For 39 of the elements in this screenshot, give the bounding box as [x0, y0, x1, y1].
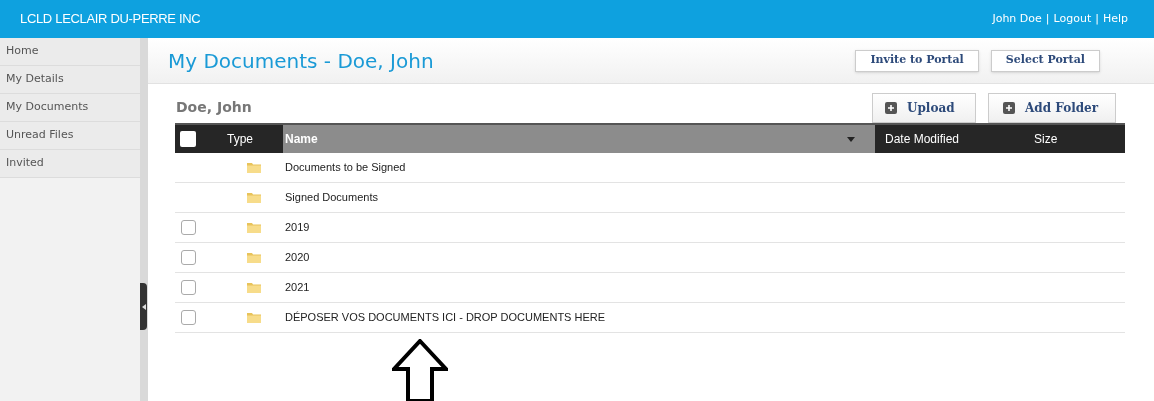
file-name[interactable]: DÉPOSER VOS DOCUMENTS ICI - DROP DOCUMENTS HERE [283, 309, 606, 326]
file-name[interactable]: 2019 [283, 219, 310, 236]
sidebar-item[interactable]: My Documents [0, 94, 140, 122]
column-header[interactable]: Date Modified [875, 125, 1010, 153]
page-title: My Documents - Doe, John [168, 47, 434, 75]
file-name[interactable]: Documents to be Signed [283, 159, 406, 176]
collapse-handle[interactable] [140, 283, 147, 330]
action-button[interactable]: Add Folder [988, 92, 1116, 123]
action-button[interactable]: Upload [872, 92, 976, 123]
brand-name: LCLD LECLAIR DU-PERRE INC [20, 10, 201, 29]
file-name[interactable]: 2020 [283, 249, 310, 266]
checkbox[interactable] [181, 310, 196, 325]
sort-caret-icon [847, 136, 855, 142]
plus-icon [885, 101, 897, 114]
checkbox[interactable] [180, 131, 196, 147]
plus-icon [1003, 101, 1015, 114]
sidebar-item[interactable]: My Details [0, 66, 140, 94]
header-button[interactable]: Invite to Portal [855, 49, 979, 72]
header-button[interactable]: Select Portal [990, 49, 1100, 72]
file-name[interactable]: 2021 [283, 279, 310, 296]
link-separator: | [1095, 10, 1099, 27]
column-header[interactable]: Type [210, 125, 283, 153]
folder-icon [247, 312, 261, 323]
checkbox[interactable] [181, 220, 196, 235]
checkbox[interactable] [181, 280, 196, 295]
folder-icon [247, 192, 261, 203]
folder-icon [247, 282, 261, 293]
sidebar-item[interactable]: Invited [0, 150, 140, 178]
up-arrow [392, 339, 448, 401]
folder-owner: Doe, John [176, 98, 252, 118]
sidebar-item[interactable]: Home [0, 38, 140, 66]
folder-icon [247, 162, 261, 173]
folder-icon [247, 252, 261, 263]
link-separator: | [1045, 10, 1050, 27]
folder-icon [247, 222, 261, 233]
file-name[interactable]: Signed Documents [283, 189, 378, 206]
sidebar-item[interactable]: Unread Files [0, 122, 140, 150]
checkbox[interactable] [181, 250, 196, 265]
column-header[interactable]: Size [1010, 125, 1125, 153]
